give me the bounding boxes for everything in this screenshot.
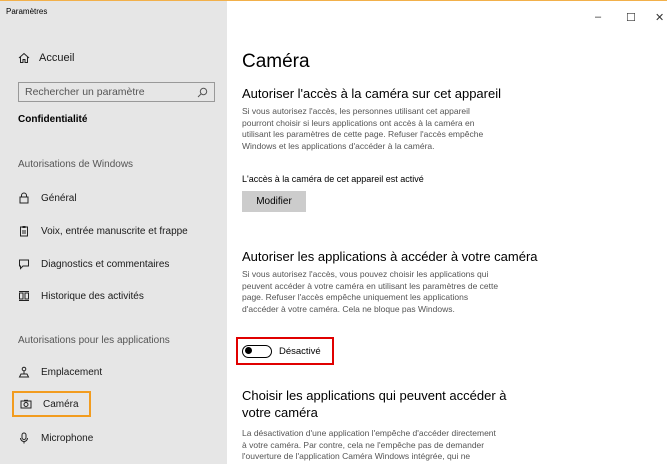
- sidebar-item-label: Emplacement: [41, 366, 103, 378]
- section-heading-app-access: Autoriser les applications à accéder à v…: [242, 249, 538, 264]
- group-header-apps: Autorisations pour les applications: [18, 335, 170, 346]
- window-title: Paramètres: [6, 7, 48, 16]
- device-access-status: L'accès à la caméra de cet appareil est …: [242, 174, 424, 184]
- description-line: pourront choisir si leurs applications o…: [242, 117, 475, 128]
- minimize-button[interactable]: –: [595, 11, 601, 23]
- toggle-knob: [245, 347, 252, 354]
- sidebar-section-title: Confidentialité: [18, 114, 88, 125]
- description-line: à votre caméra. Par contre, cela ne l'em…: [242, 439, 485, 450]
- microphone-icon: [18, 432, 30, 444]
- sidebar-item-label: Voix, entrée manuscrite et frappe: [41, 225, 188, 237]
- description-line: peuvent accéder à votre caméra en utilis…: [242, 280, 499, 291]
- sidebar-item-location[interactable]: Emplacement: [18, 362, 102, 382]
- description-line: l'ouverture de l'application Caméra Wind…: [242, 451, 471, 461]
- description-line: Si vous autorisez l'accès, vous pouvez c…: [242, 269, 489, 279]
- sidebar-item-camera[interactable]: Caméra: [12, 391, 91, 417]
- section-description-device-access: Si vous autorisez l'accès, les personnes…: [242, 106, 552, 152]
- app-access-toggle-highlight: Désactivé: [236, 337, 334, 365]
- search-icon[interactable]: [197, 87, 208, 98]
- feedback-icon: [18, 258, 30, 270]
- toggle-state-label: Désactivé: [279, 345, 321, 357]
- description-line: Windows et les applications d'accéder à …: [242, 140, 435, 151]
- page-title: Caméra: [242, 51, 310, 72]
- sidebar-item-diagnostics[interactable]: Diagnostics et commentaires: [18, 254, 169, 274]
- sidebar-item-label: Diagnostics et commentaires: [41, 258, 170, 270]
- description-line: La désactivation d'une application l'emp…: [242, 428, 496, 438]
- description-line: utilisant les paramètres de cette page. …: [242, 129, 484, 139]
- camera-icon: [20, 398, 32, 410]
- location-icon: [18, 366, 30, 378]
- section-heading-choose-apps: Choisir les applications qui peuvent acc…: [242, 387, 507, 421]
- sidebar-item-label: Historique des activités: [41, 290, 144, 302]
- close-button[interactable]: ✕: [655, 11, 664, 24]
- nav-home[interactable]: Accueil: [18, 52, 74, 64]
- sidebar: Paramètres Accueil Rechercher un paramèt…: [0, 1, 227, 464]
- nav-home-label: Accueil: [39, 52, 75, 64]
- sidebar-item-activity-history[interactable]: Historique des activités: [18, 286, 144, 306]
- description-line: d'accéder à votre caméra. Cela ne bloque…: [242, 303, 455, 314]
- sidebar-item-speech[interactable]: Voix, entrée manuscrite et frappe: [18, 221, 188, 241]
- sidebar-item-microphone[interactable]: Microphone: [18, 428, 93, 448]
- timeline-icon: [18, 290, 30, 302]
- home-icon: [18, 52, 30, 64]
- description-line: Si vous autorisez l'accès, les personnes…: [242, 106, 470, 116]
- maximize-button[interactable]: ☐: [626, 11, 636, 24]
- group-header-windows: Autorisations de Windows: [18, 159, 134, 170]
- app-access-toggle[interactable]: [242, 344, 272, 358]
- heading-line: Choisir les applications qui peuvent acc…: [242, 388, 507, 403]
- description-line: page. Refuser l'accès empêche uniquement…: [242, 292, 469, 302]
- section-description-choose-apps: La désactivation d'une application l'emp…: [242, 428, 552, 463]
- sidebar-item-label: Général: [41, 192, 77, 204]
- section-description-app-access: Si vous autorisez l'accès, vous pouvez c…: [242, 269, 552, 315]
- search-placeholder: Rechercher un paramètre: [25, 86, 145, 98]
- clipboard-icon: [18, 225, 30, 237]
- search-input[interactable]: Rechercher un paramètre: [18, 82, 215, 102]
- settings-window: Paramètres Accueil Rechercher un paramèt…: [0, 0, 667, 464]
- heading-line: votre caméra: [242, 405, 318, 420]
- sidebar-item-general[interactable]: Général: [18, 188, 77, 208]
- section-heading-device-access: Autoriser l'accès à la caméra sur cet ap…: [242, 86, 501, 101]
- lock-icon: [18, 192, 30, 204]
- sidebar-item-label: Caméra: [43, 398, 79, 410]
- sidebar-item-label: Microphone: [41, 432, 94, 444]
- modify-button[interactable]: Modifier: [242, 191, 306, 212]
